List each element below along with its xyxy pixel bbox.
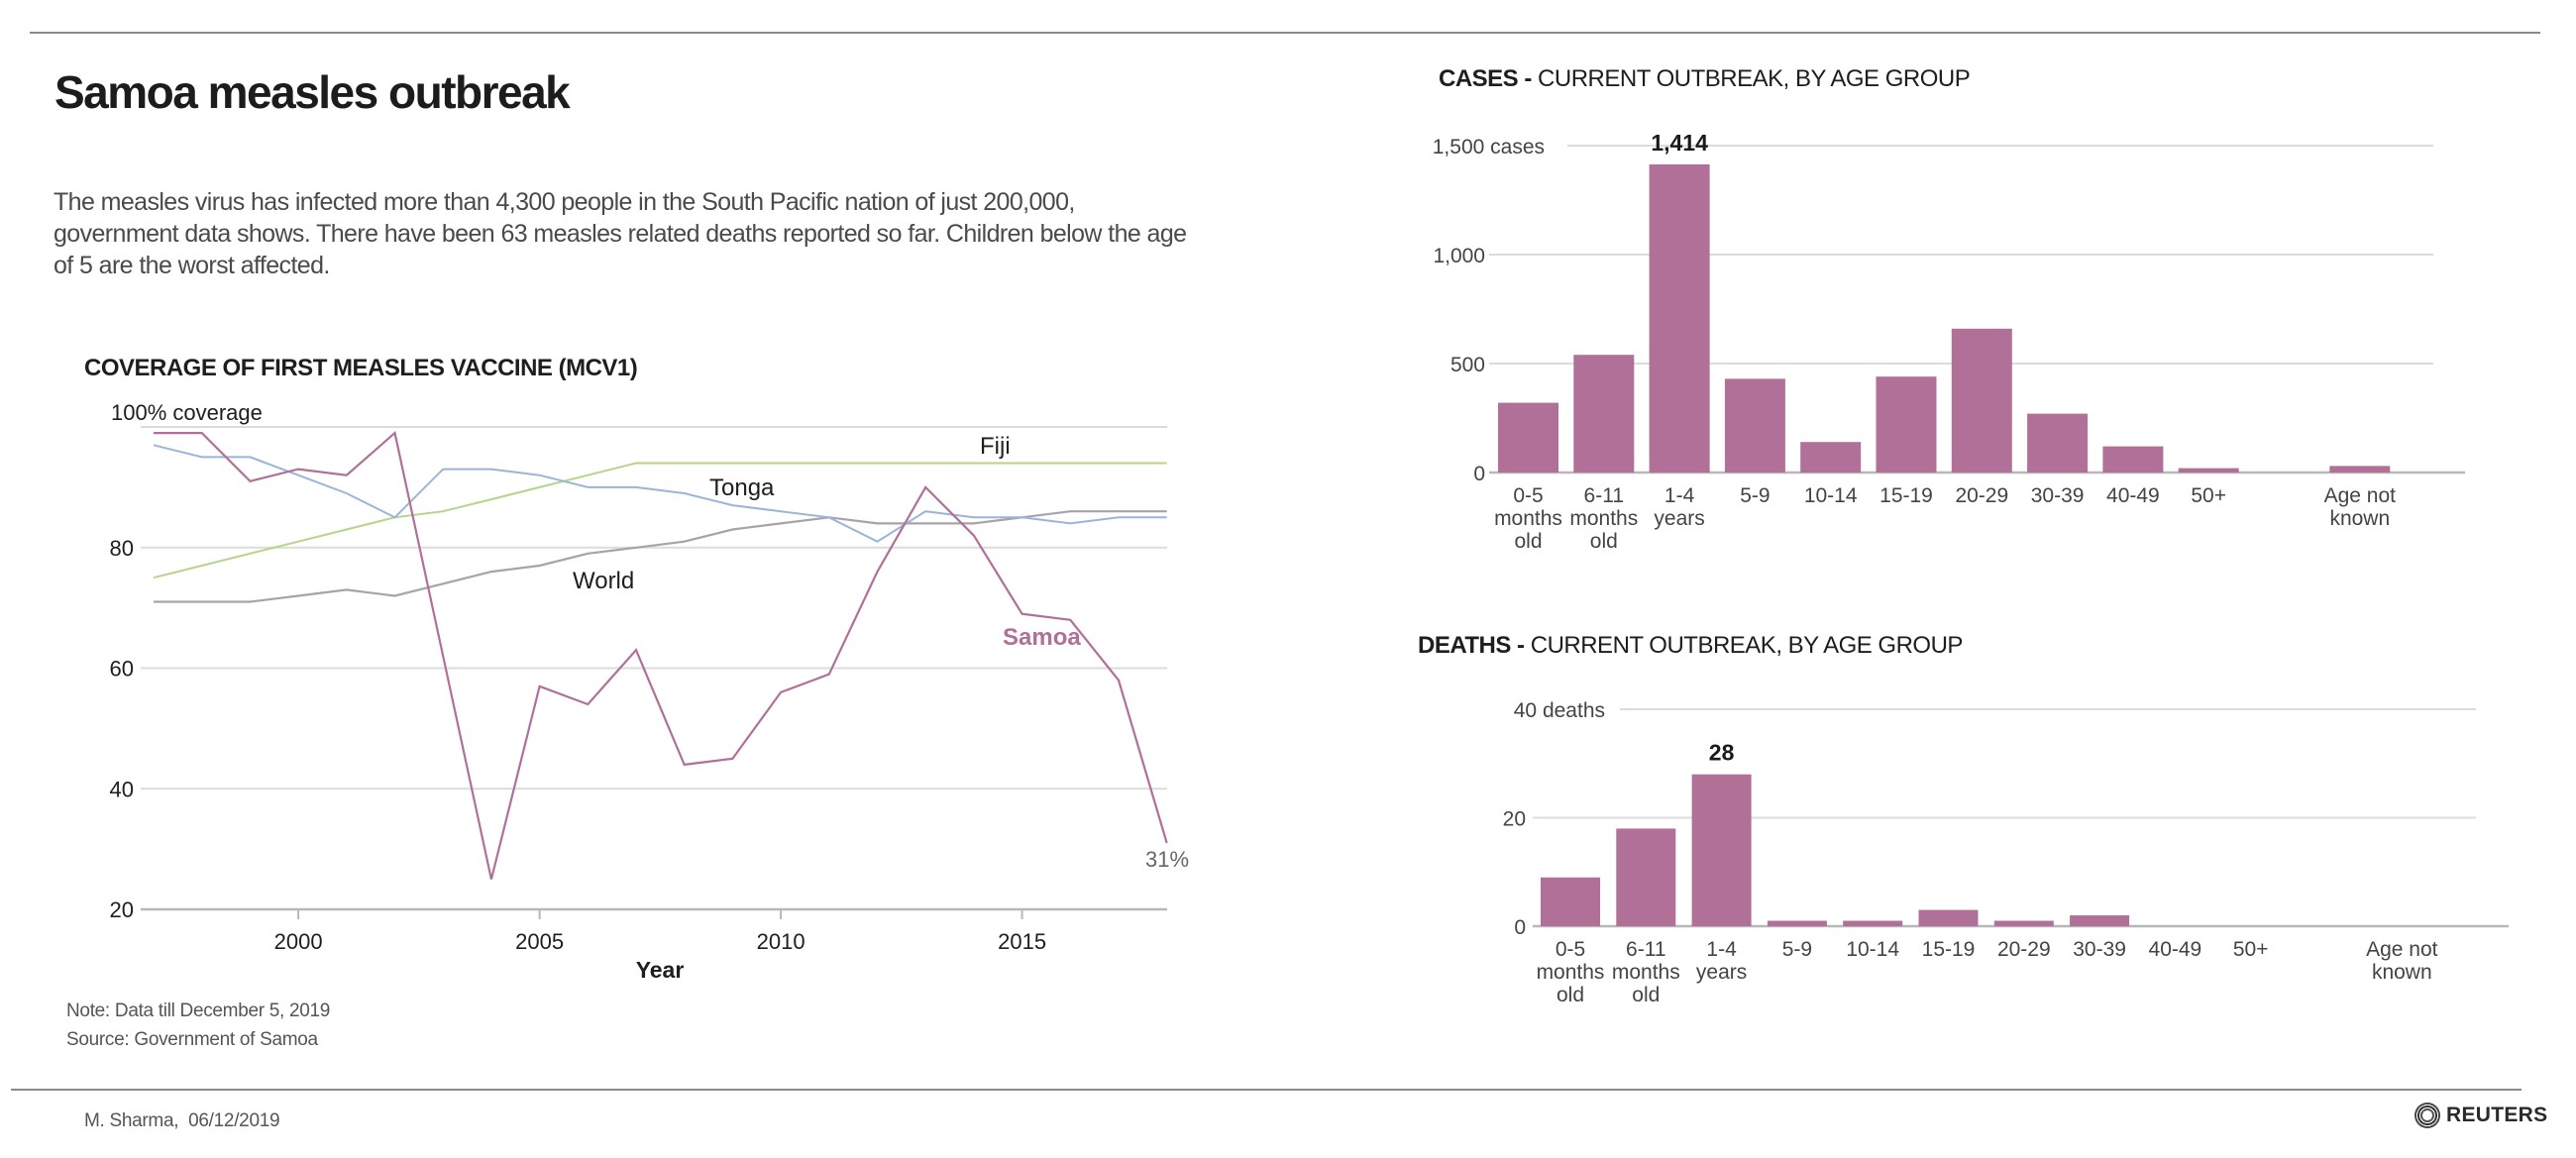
cases-category-label: known	[2329, 507, 2390, 530]
y-tick-label: 60	[110, 657, 134, 682]
deaths-data-label: 28	[1709, 740, 1735, 766]
deaths-category-label: 0-5	[1556, 938, 1585, 961]
series-label-samoa: Samoa	[1003, 624, 1081, 651]
cases-category-label: 20-29	[1955, 484, 2008, 507]
x-tick-label: 2005	[515, 929, 564, 954]
series-line-samoa	[154, 431, 1168, 880]
cases-bar	[1876, 376, 1937, 473]
deaths-y-tick-label: 0	[1514, 916, 1526, 939]
cases-category-label: 1-4	[1664, 484, 1695, 507]
reuters-logo-icon	[2415, 1103, 2440, 1128]
deaths-bar	[2070, 915, 2130, 926]
cases-category-label: 0-5	[1513, 484, 1543, 507]
x-tick-label: 2015	[998, 929, 1046, 954]
cases-category-label: 10-14	[1804, 484, 1858, 507]
deaths-bar	[1616, 828, 1676, 926]
cases-y-tick-label: 1,000	[1433, 245, 1485, 267]
deaths-category-label: known	[2372, 961, 2432, 984]
deaths-category-label: months	[1612, 961, 1680, 984]
y-axis-top-label: 100% coverage	[111, 400, 263, 425]
deaths-category-label: 20-29	[1997, 938, 2051, 961]
cases-category-label: 30-39	[2031, 484, 2085, 507]
footnote: Note: Data till December 5, 2019 Source:…	[66, 997, 330, 1054]
deaths-y-tick-label: 40 deaths	[1514, 699, 1605, 722]
deaths-category-label: 1-4	[1706, 938, 1737, 961]
cases-y-tick-label: 500	[1450, 354, 1485, 376]
x-tick-label: 2010	[757, 929, 805, 954]
deaths-category-label: 40-49	[2149, 938, 2202, 961]
cases-bar	[2102, 446, 2164, 473]
cases-bar	[1800, 442, 1862, 473]
source-text: Source: Government of Samoa	[66, 1029, 318, 1050]
reuters-logo-text: REUTERS	[2446, 1104, 2548, 1126]
series-label-tonga: Tonga	[709, 474, 775, 501]
byline: M. Sharma, 06/12/2019	[84, 1110, 280, 1131]
cases-category-label: old	[1514, 530, 1542, 553]
cases-category-label: 50+	[2191, 484, 2226, 507]
deaths-category-label: 5-9	[1782, 938, 1812, 961]
charts-canvas: 20406080100% coverage2000 2005 2010 2015Yea…	[110, 130, 2509, 1006]
deaths-category-label: old	[1556, 984, 1584, 1006]
deaths-category-label: years	[1696, 961, 1747, 984]
cases-category-label: 40-49	[2106, 484, 2160, 507]
cases-data-label: 1,414	[1651, 130, 1708, 156]
cases-bar	[1573, 355, 1635, 473]
x-axis-title: Year	[636, 957, 685, 983]
cases-category-label: 6-11	[1584, 484, 1624, 507]
cases-y-tick-label: 1,500 cases	[1433, 136, 1545, 158]
y-tick-label: 80	[110, 536, 134, 561]
cases-category-label: months	[1494, 507, 1562, 530]
x-tick-label: 2000	[274, 929, 323, 954]
series-line-tonga	[153, 444, 1167, 543]
deaths-category-label: 30-39	[2073, 938, 2126, 961]
cases-bar	[1951, 328, 2012, 473]
deaths-y-tick-label: 20	[1503, 808, 1526, 831]
cases-category-label: Age not	[2324, 484, 2397, 507]
deaths-bar	[1691, 774, 1752, 926]
deaths-category-label: months	[1537, 961, 1605, 984]
cases-bar	[2027, 413, 2089, 473]
cases-y-tick-label: 0	[1473, 463, 1485, 485]
y-tick-label: 40	[110, 777, 134, 801]
deaths-category-label: old	[1632, 984, 1660, 1006]
y-tick-label: 20	[110, 897, 134, 922]
cases-bar	[1649, 163, 1710, 474]
cases-bar	[1724, 378, 1785, 473]
cases-category-label: old	[1590, 530, 1618, 553]
reuters-logo: REUTERS	[2415, 1103, 2547, 1128]
end-value-annotation: 31%	[1145, 847, 1189, 872]
deaths-category-label: 6-11	[1626, 938, 1665, 961]
series-line-world	[154, 510, 1167, 603]
cases-category-label: 15-19	[1879, 484, 1933, 507]
deaths-category-label: 15-19	[1922, 938, 1976, 961]
deaths-category-label: 50+	[2233, 938, 2269, 961]
cases-bar	[2178, 468, 2239, 473]
deaths-category-label: 10-14	[1846, 938, 1899, 961]
cases-category-label: 5-9	[1740, 484, 1770, 507]
series-line-fiji	[153, 462, 1167, 579]
deaths-bar	[1843, 920, 1903, 926]
deaths-category-label: Age not	[2366, 938, 2438, 961]
deaths-bar	[1918, 909, 1979, 926]
cases-bar	[2329, 466, 2391, 473]
deaths-bar	[1767, 920, 1827, 926]
cases-category-label: years	[1654, 507, 1704, 530]
note-text: Note: Data till December 5, 2019	[66, 1000, 331, 1021]
coverage-line-chart: 20 40 60 80 100% coverage 2000 2005 2010 2015 Yea…	[110, 400, 1190, 983]
series-label-world: World	[573, 568, 634, 594]
series-label-fiji: Fiji	[980, 433, 1011, 460]
cases-category-label: months	[1569, 507, 1638, 530]
cases-bar-chart: 05001,0001,500 cases0-5monthsold6-11mont…	[1433, 130, 2465, 553]
cases-bar	[1498, 402, 1558, 473]
deaths-bar	[1993, 920, 2054, 926]
deaths-bar-chart: 02040 deaths0-5monthsold6-11monthsold1-4…	[1503, 699, 2509, 1006]
deaths-bar	[1541, 877, 1600, 926]
